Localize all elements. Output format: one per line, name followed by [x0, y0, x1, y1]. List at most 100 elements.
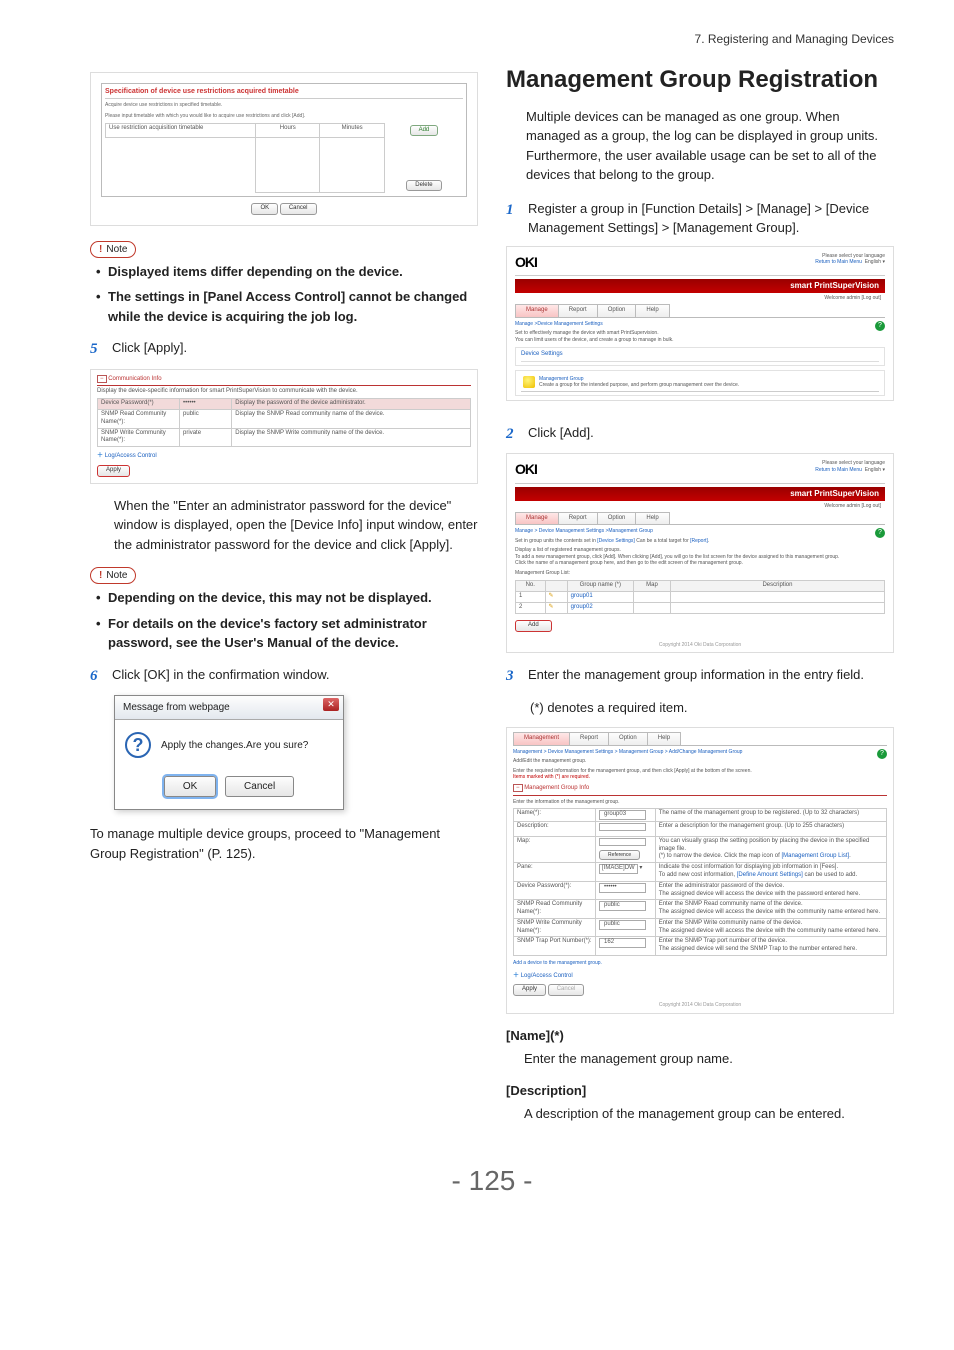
- log-access-control-link[interactable]: Log/Access Control: [105, 453, 157, 459]
- name-input[interactable]: group03: [599, 810, 646, 820]
- reference-button[interactable]: Reference: [599, 850, 640, 861]
- tab-help[interactable]: Help: [647, 732, 681, 745]
- tp-desc-a: Enter the SNMP Trap port number of the d…: [659, 938, 787, 944]
- breadcrumb[interactable]: Manage >Device Management Settings: [515, 321, 603, 327]
- pane-desc-b: To add new cost information,: [659, 872, 735, 878]
- dp-desc-a: Enter the administrator password of the …: [659, 883, 784, 889]
- r2-no: 2: [516, 602, 546, 613]
- right-column: Management Group Registration Multiple d…: [506, 66, 894, 1132]
- tab-row: Manage Report Option Help: [515, 512, 885, 526]
- top-right-block: Please select your language Return to Ma…: [815, 253, 885, 266]
- apply-button[interactable]: Apply: [97, 465, 130, 477]
- add-button[interactable]: Add: [410, 125, 439, 137]
- lang-value[interactable]: English: [865, 467, 881, 473]
- row3-label: SNMP Write Community Name(*):: [98, 428, 180, 447]
- c-leadin: Enter the information of the management …: [513, 799, 887, 806]
- table-row: 2 ✎ group02: [516, 602, 885, 613]
- sw-input[interactable]: public: [599, 920, 646, 930]
- sr-input[interactable]: public: [599, 901, 646, 911]
- panel-sub1: Acquire device use restrictions in speci…: [105, 102, 463, 109]
- delete-button[interactable]: Delete: [406, 180, 441, 192]
- comm-section-title: Communication Info: [108, 376, 161, 382]
- section-name-body: Enter the management group name.: [506, 1049, 894, 1069]
- r2-name[interactable]: group02: [567, 602, 633, 613]
- screenshot-comm-info: − Communication Info Display the device-…: [90, 369, 478, 484]
- dp-input[interactable]: ••••••: [599, 883, 646, 893]
- step-2-num: 2: [506, 423, 520, 446]
- return-link[interactable]: Return to Main Menu: [815, 259, 862, 265]
- step-5: 5 Click [Apply].: [90, 338, 478, 361]
- ok-button[interactable]: OK: [251, 203, 278, 215]
- tab-report[interactable]: Report: [558, 304, 598, 317]
- desc-label: Description:: [514, 821, 596, 836]
- add-button[interactable]: Add: [515, 620, 552, 632]
- dialog-body-text: Apply the changes.Are you sure?: [161, 738, 308, 753]
- close-icon[interactable]: ✕: [323, 698, 339, 711]
- help-icon[interactable]: ?: [877, 749, 887, 759]
- panel-sub2: Please input timetable with which you wo…: [105, 113, 463, 120]
- pane-select[interactable]: [IMAGE]DW: [599, 864, 638, 874]
- map-label: Map:: [514, 836, 596, 862]
- device-settings-link[interactable]: Device Settings: [521, 351, 879, 362]
- step-6-num: 6: [90, 665, 104, 688]
- help-icon[interactable]: ?: [875, 528, 885, 538]
- b-l1b[interactable]: [Device Settings]: [597, 538, 635, 544]
- section-name-heading: [Name](*): [506, 1026, 894, 1046]
- tp-desc-b: The assigned device will send the SNMP T…: [659, 946, 857, 952]
- tab-manage[interactable]: Management: [513, 732, 570, 745]
- name-label: Name(*):: [517, 810, 541, 816]
- welcome-line: Welcome admin [Log out]: [515, 293, 885, 304]
- log-access-control-link[interactable]: Log/Access Control: [521, 973, 573, 979]
- note-badge: !Note: [90, 241, 136, 258]
- tab-option[interactable]: Option: [608, 732, 648, 745]
- row-label: Use restriction acquisition timetable: [106, 124, 256, 138]
- group-table: No. Group name (*) Map Description 1 ✎ g…: [515, 580, 885, 613]
- dp-label: Device Password(*):: [514, 881, 596, 900]
- cancel-button[interactable]: Cancel: [548, 984, 585, 996]
- bottom-para-left: To manage multiple device groups, procee…: [90, 824, 478, 863]
- step-3: 3 Enter the management group information…: [506, 665, 894, 688]
- tab-row: Management Report Option Help: [513, 732, 887, 746]
- tp-input[interactable]: 162: [599, 938, 646, 948]
- b-l1d[interactable]: [Report]: [690, 538, 708, 544]
- apply-button[interactable]: Apply: [513, 984, 546, 996]
- tab-manage[interactable]: Manage: [515, 512, 559, 525]
- tab-help[interactable]: Help: [635, 512, 669, 525]
- name-desc: The name of the management group to be r…: [655, 809, 886, 822]
- tab-manage[interactable]: Manage: [515, 304, 559, 317]
- help-icon[interactable]: ?: [875, 321, 885, 331]
- section-desc-body: A description of the management group ca…: [506, 1104, 894, 1124]
- edit-icon[interactable]: ✎: [545, 602, 567, 613]
- tab-report[interactable]: Report: [558, 512, 598, 525]
- tab-report[interactable]: Report: [569, 732, 609, 745]
- lang-value[interactable]: English: [865, 259, 881, 265]
- tab-option[interactable]: Option: [597, 304, 637, 317]
- r1-name[interactable]: group01: [567, 592, 633, 603]
- plus-icon[interactable]: ＋: [513, 973, 519, 979]
- oki-logo: OKI: [515, 460, 537, 478]
- breadcrumb[interactable]: Manage > Device Management Settings >Man…: [515, 528, 653, 534]
- plus-icon[interactable]: ＋: [97, 453, 103, 459]
- cancel-button[interactable]: Cancel: [280, 203, 317, 215]
- dialog-cancel-button[interactable]: Cancel: [225, 776, 294, 797]
- step-5-num: 5: [90, 338, 104, 361]
- tab-option[interactable]: Option: [597, 512, 637, 525]
- map-desc-b: (*) to narrow the device. Click the map …: [659, 853, 780, 859]
- dialog-ok-button[interactable]: OK: [164, 776, 216, 797]
- add-device-link[interactable]: Add a device to the management group.: [513, 960, 887, 967]
- spv-bar: smart PrintSuperVision: [515, 487, 885, 501]
- map-input[interactable]: [599, 838, 646, 846]
- timetable-table: Use restriction acquisition timetable Ho…: [105, 123, 463, 193]
- copyright: Copyright 2014 Oki Data Corporation: [513, 996, 887, 1009]
- desc-input[interactable]: [599, 823, 646, 831]
- edit-icon[interactable]: ✎: [545, 592, 567, 603]
- sr-label: SNMP Read Community Name(*):: [514, 900, 596, 919]
- table-row: 1 ✎ group01: [516, 592, 885, 603]
- comm-row0: Display the device-specific information …: [97, 388, 471, 396]
- return-link[interactable]: Return to Main Menu: [815, 467, 862, 473]
- tab-help[interactable]: Help: [635, 304, 669, 317]
- step-3-num: 3: [506, 665, 520, 688]
- question-icon: ?: [125, 732, 151, 758]
- map-desc-link[interactable]: [Management Group List]: [781, 853, 849, 859]
- pane-desc-link[interactable]: [Define Amount Settings]: [737, 872, 803, 878]
